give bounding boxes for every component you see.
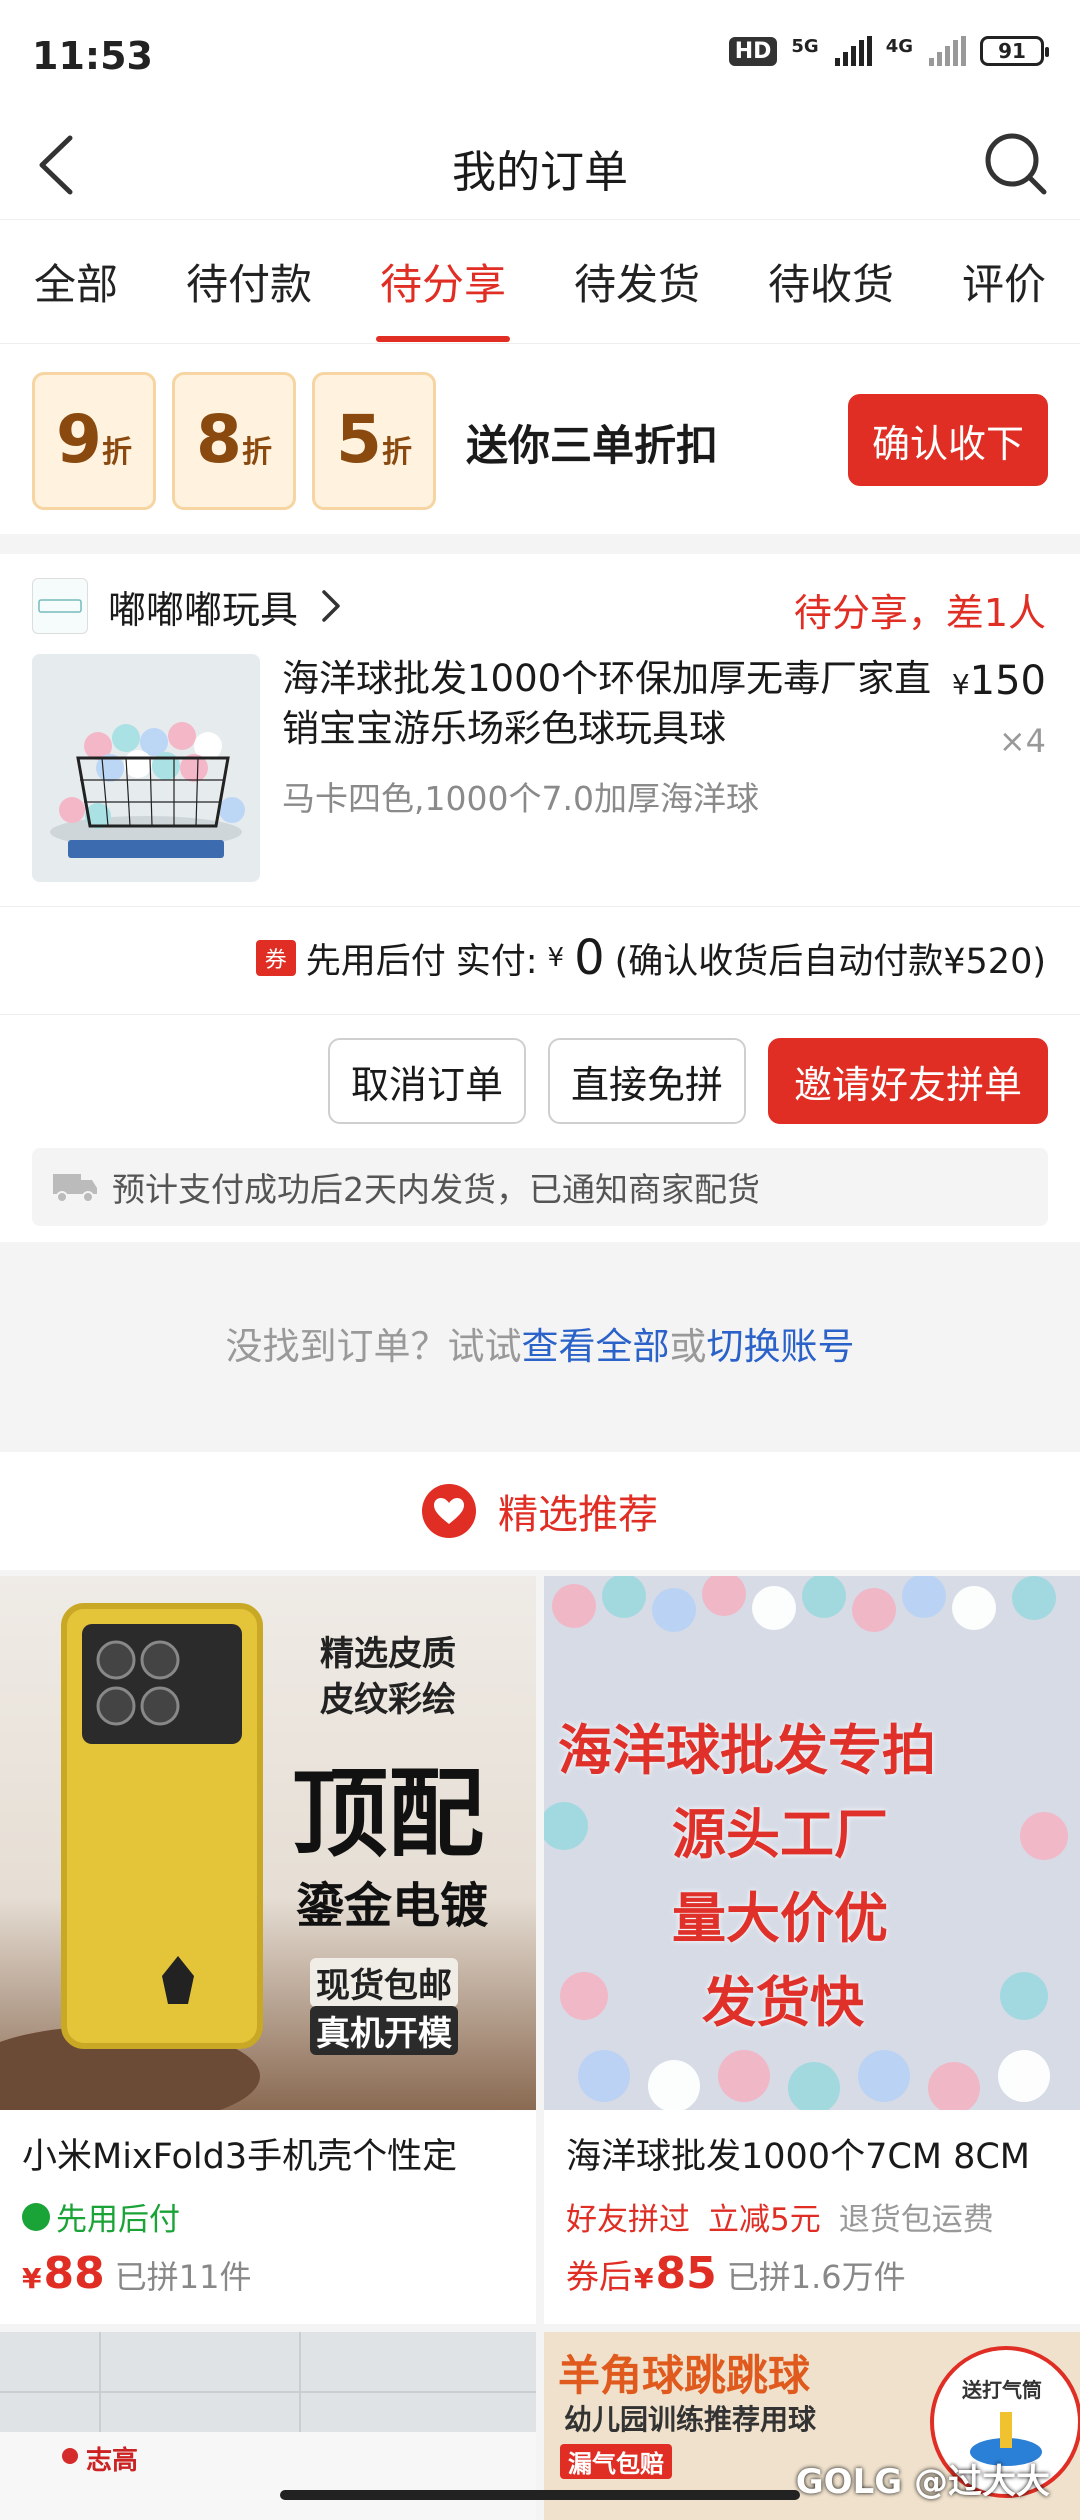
recommendation-header: 精选推荐 [0, 1452, 1080, 1570]
home-indicator[interactable] [280, 2490, 800, 2500]
divider [0, 906, 1080, 907]
pay-later-icon [22, 2202, 50, 2231]
signal-icon [834, 36, 872, 66]
product-image: 精选皮质 皮纹彩绘 顶配 鎏金电镀 现货包邮 真机开模 [0, 1576, 536, 2110]
tab-pending-receipt[interactable]: 待收货 [764, 220, 898, 344]
switch-account-link[interactable]: 切换账号 [707, 1325, 855, 1368]
paid-currency: ¥ [547, 943, 565, 973]
image-text: 送打气筒 [962, 2378, 1042, 2402]
divider [0, 1014, 1080, 1015]
tab-pending-shipment[interactable]: 待发货 [570, 220, 704, 344]
coupon-card: 9折 [32, 372, 156, 510]
pay-later-tag: 先用后付 [56, 2202, 180, 2238]
recommendation-title: 精选推荐 [498, 1492, 658, 1538]
invite-friend-button[interactable]: 邀请好友拼单 [768, 1038, 1048, 1124]
image-text: 羊角球跳跳球 [558, 2351, 811, 2400]
image-text: 精选皮质 [320, 1634, 456, 1674]
network-5g-label: 5G [791, 36, 819, 57]
coupon-card: 5折 [312, 372, 436, 510]
page-title: 我的订单 [452, 147, 628, 198]
order-status: 待分享，差1人 [793, 591, 1046, 635]
order-tabs: 全部 待付款 待分享 待发货 待收货 评价 [0, 220, 1080, 344]
price-row: 券后 ¥85 已拼1.6万件 [566, 2248, 906, 2299]
paid-amount: 0 [574, 930, 605, 986]
network-4g-label: 4G [885, 36, 913, 57]
image-text: 鎏金电镀 [296, 1878, 489, 1934]
sold-count: 已拼11件 [114, 2258, 252, 2296]
tab-pending-share[interactable]: 待分享 [375, 220, 511, 344]
image-text: 发货快 [702, 1971, 864, 2034]
image-text: 量大价优 [672, 1887, 888, 1950]
image-text: 现货包邮 [310, 1958, 458, 2007]
product-spec: 马卡四色,1000个7.0加厚海洋球 [282, 779, 759, 818]
image-text: 海洋球批发专拍 [558, 1719, 936, 1782]
product-title: 小米MixFold3手机壳个性定 [22, 2137, 458, 2177]
status-time: 11:53 [32, 34, 153, 78]
image-text: 漏气包赔 [560, 2444, 672, 2479]
tab-pending-payment[interactable]: 待付款 [182, 220, 316, 344]
product-image[interactable] [32, 654, 260, 882]
watermark: GOLG @过大大 [795, 2462, 1050, 2502]
hd-badge: HD [728, 36, 778, 66]
product-price: 88 [43, 2248, 105, 2299]
image-text: 幼儿园训练推荐用球 [564, 2403, 817, 2436]
paid-label: 实付: [455, 941, 538, 982]
coupon-icon: 券 [255, 940, 296, 976]
battery-icon: 91 [980, 36, 1049, 66]
shop-name: 嘟嘟嘟玩具 [108, 587, 299, 632]
search-icon[interactable] [982, 130, 1050, 198]
shop-link[interactable]: 嘟嘟嘟玩具 [32, 578, 344, 634]
product-title[interactable]: 海洋球批发1000个环保加厚无毒厂家直销宝宝游乐场彩色球玩具球 [282, 654, 932, 754]
product-tags: 先用后付 [22, 2194, 180, 2239]
tag-free-return: 退货包运费 [838, 2202, 994, 2238]
image-text: 真机开模 [310, 2006, 458, 2055]
sold-count: 已拼1.6万件 [726, 2258, 906, 2296]
skip-group-button[interactable]: 直接免拼 [548, 1038, 746, 1124]
nav-bar: 我的订单 [0, 110, 1080, 220]
order-actions: 取消订单 直接免拼 邀请好友拼单 [328, 1038, 1048, 1124]
order-card: 嘟嘟嘟玩具 待分享，差1人 海洋球批发1000个环保加厚无毒厂家直销宝宝游乐场彩… [0, 554, 1080, 1242]
tab-all[interactable]: 全部 [30, 220, 122, 344]
promo-text: 送你三单折扣 [466, 421, 719, 470]
product-price: 85 [655, 2248, 717, 2299]
tag-discount: 立减5元 [708, 2202, 821, 2238]
truck-icon [53, 1174, 97, 1203]
chevron-right-icon [322, 590, 340, 622]
discount-promo-banner: 9折 8折 5折 送你三单折扣 确认收下 [0, 344, 1080, 534]
product-price: ¥150 [951, 658, 1046, 704]
product-tags: 好友拼过 立减5元 退货包运费 [566, 2194, 994, 2239]
product-image: 海洋球批发专拍 源头工厂 量大价优 发货快 [544, 1576, 1080, 2110]
image-text: 志高 [86, 2446, 139, 2476]
image-text: 顶配 [292, 1757, 484, 1870]
status-icons: HD 5G 4G 91 [728, 36, 1049, 66]
tab-review[interactable]: 评价 [958, 220, 1050, 344]
paid-note: (确认收货后自动付款¥520) [614, 941, 1046, 982]
payment-summary: 券 先用后付 实付: ¥ 0 (确认收货后自动付款¥520) [255, 930, 1046, 986]
pay-method: 先用后付 [305, 941, 446, 982]
signal-icon-2 [929, 36, 966, 66]
recommendation-card[interactable]: 精选皮质 皮纹彩绘 顶配 鎏金电镀 现货包邮 真机开模 小米MixFold3手机… [0, 1576, 536, 2324]
order-not-found-hint: 没找到订单？试试查看全部或切换账号 [225, 1325, 855, 1368]
shipping-notice: 预计支付成功后2天内发货，已通知商家配货 [32, 1148, 1048, 1226]
price-row: ¥88 已拼11件 [22, 2248, 252, 2299]
recommendation-card[interactable]: 海洋球批发专拍 源头工厂 量大价优 发货快 海洋球批发1000个7CM 8CM … [544, 1576, 1080, 2324]
product-quantity: ×4 [998, 722, 1046, 760]
cancel-order-button[interactable]: 取消订单 [328, 1038, 526, 1124]
image-text: 源头工厂 [672, 1803, 888, 1866]
shipping-notice-text: 预计支付成功后2天内发货，已通知商家配货 [112, 1170, 760, 1209]
accept-discount-button[interactable]: 确认收下 [848, 394, 1048, 486]
product-title: 海洋球批发1000个7CM 8CM [566, 2137, 1031, 2177]
image-text: 皮纹彩绘 [320, 1680, 456, 1720]
tag-friend-grouped: 好友拼过 [566, 2202, 690, 2238]
heart-icon [422, 1484, 476, 1538]
coupon-card: 8折 [172, 372, 296, 510]
status-bar: 11:53 HD 5G 4G 91 [0, 0, 1080, 110]
view-all-link[interactable]: 查看全部 [522, 1325, 670, 1368]
shop-logo [32, 578, 88, 634]
